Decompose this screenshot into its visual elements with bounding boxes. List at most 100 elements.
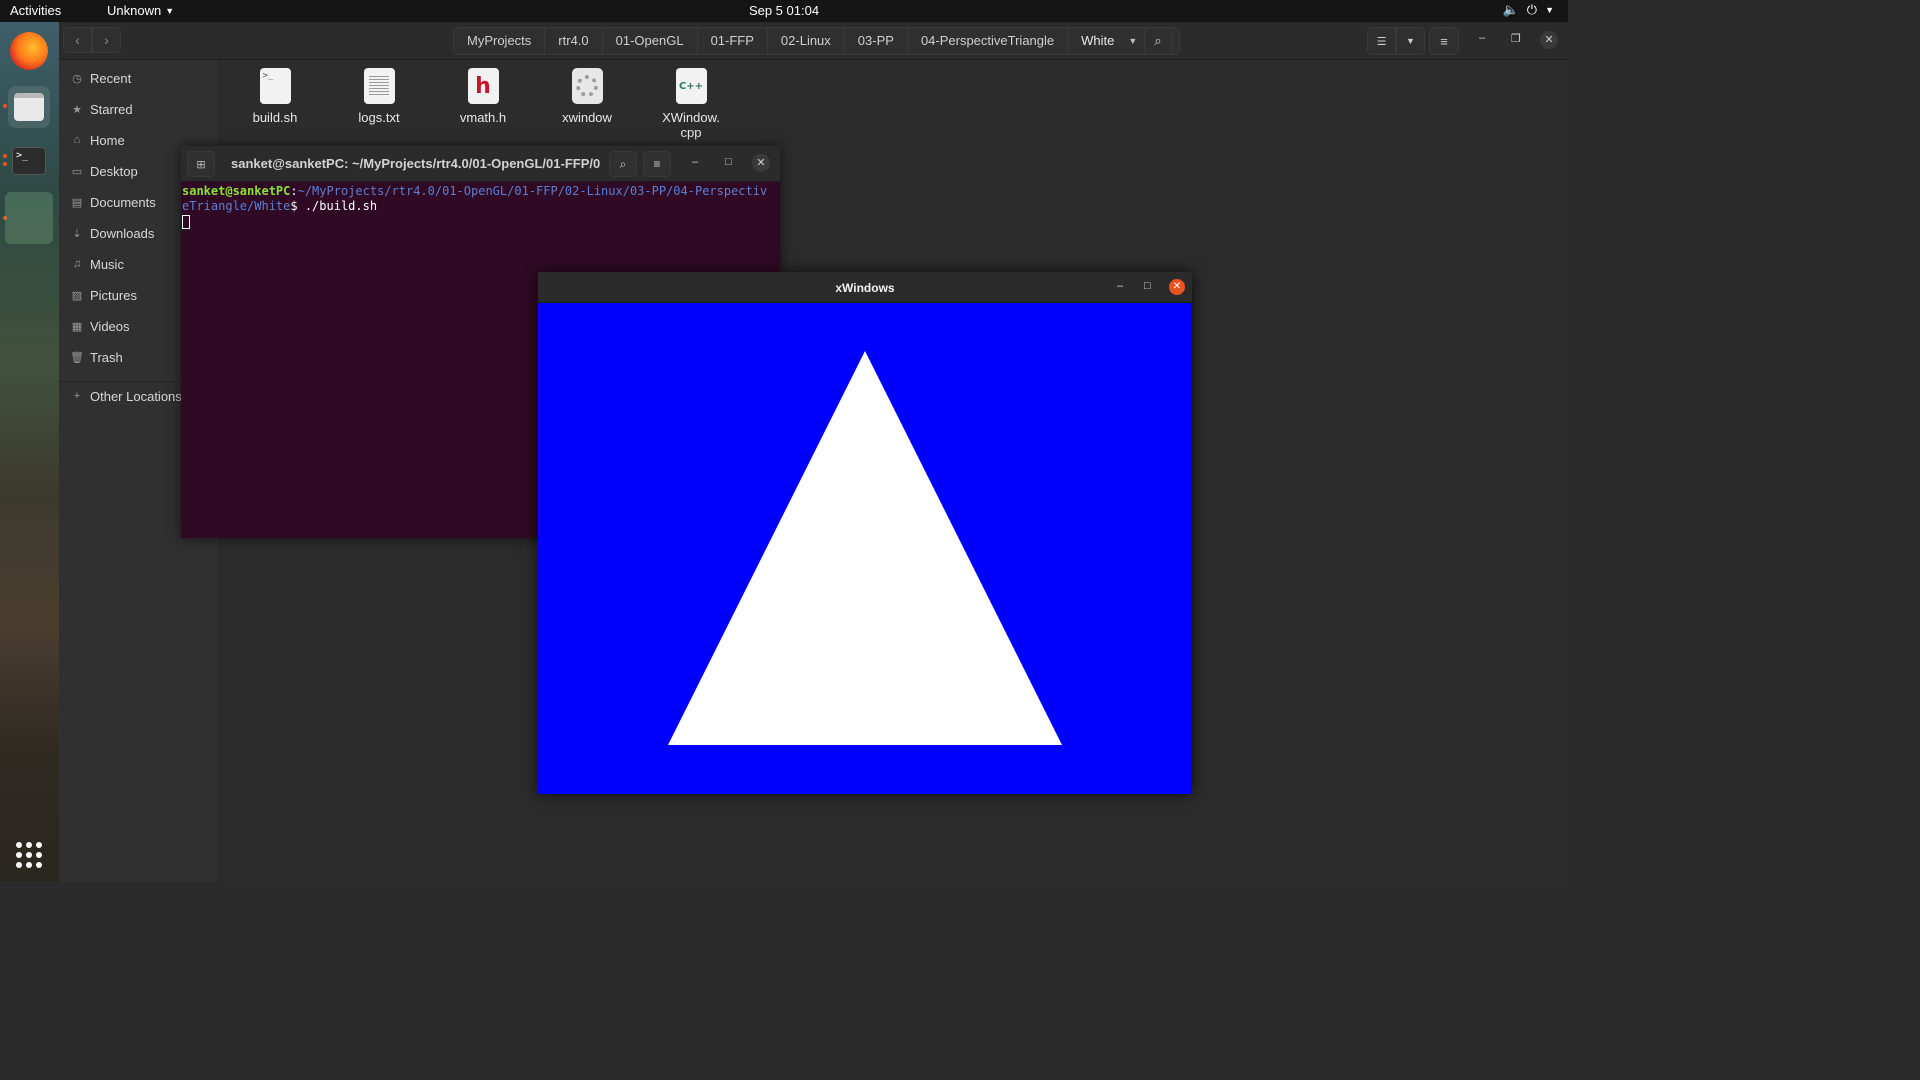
script-file-icon: >_ <box>259 68 291 104</box>
dock: >_ <box>0 22 59 882</box>
terminal-minimize-button[interactable]: – <box>692 156 698 168</box>
top-bar: Activities Unknown ▼ Sep 5 01:04 🔈 ⏻ ▼ <box>0 0 1568 22</box>
path-crumb-opengl[interactable]: 01-OpenGL <box>603 28 698 54</box>
xwindows-close-button[interactable]: ✕ <box>1169 279 1185 295</box>
running-indicator <box>3 162 7 166</box>
sidebar-item-label: Home <box>90 132 125 148</box>
command-text: ./build.sh <box>297 199 378 213</box>
terminal-output[interactable]: sanket@sanketPC:~/MyProjects/rtr4.0/01-O… <box>182 184 772 233</box>
path-bar: MyProjects rtr4.0 01-OpenGL 01-FFP 02-Li… <box>453 27 1181 55</box>
opengl-canvas <box>538 303 1192 794</box>
file-name-line2: cpp <box>680 125 702 140</box>
xwindows-launcher[interactable] <box>5 192 53 244</box>
minimize-button[interactable]: – <box>1479 32 1485 44</box>
xwindows-minimize-button[interactable]: – <box>1117 280 1123 292</box>
hamburger-icon: ≡ <box>653 157 661 171</box>
xwindows-title: xWindows <box>835 281 895 295</box>
path-crumb-white-label: White <box>1081 33 1115 48</box>
chevron-left-icon: ‹ <box>75 32 80 48</box>
sidebar-item-starred[interactable]: ★ Starred <box>59 95 220 123</box>
forward-button[interactable]: › <box>92 27 121 53</box>
view-buttons: ☰ ▼ <box>1367 27 1425 55</box>
path-crumb-linux[interactable]: 02-Linux <box>768 28 845 54</box>
terminal-menu-button[interactable]: ≡ <box>643 151 671 177</box>
show-apps-grid-icon[interactable] <box>16 842 42 868</box>
sidebar-item-label: Recent <box>90 70 132 86</box>
file-item-build-sh[interactable]: >_ build.sh <box>230 68 320 125</box>
sidebar-item-label: Videos <box>90 318 130 334</box>
sidebar-item-label: Pictures <box>90 287 137 303</box>
terminal-title: sanket@sanketPC: ~/MyProjects/rtr4.0/01-… <box>231 156 601 171</box>
executable-gear-icon <box>571 68 603 104</box>
video-icon: ▦ <box>71 320 83 333</box>
search-icon: ⌕ <box>619 156 627 171</box>
main-menu-button[interactable]: ≡ <box>1429 27 1459 55</box>
sidebar-item-recent[interactable]: ◷ Recent <box>59 64 220 92</box>
path-crumb-pp[interactable]: 03-PP <box>845 28 908 54</box>
sidebar-item-label: Trash <box>90 349 123 365</box>
sidebar-item-label: Desktop <box>90 163 138 179</box>
file-name: vmath.h <box>459 110 507 125</box>
view-options-button[interactable]: ▼ <box>1396 27 1425 55</box>
file-name: logs.txt <box>358 110 400 125</box>
back-button[interactable]: ‹ <box>63 27 92 53</box>
path-crumb-perspective-triangle[interactable]: 04-PerspectiveTriangle <box>908 28 1069 54</box>
terminal-icon: >_ <box>12 147 46 175</box>
hamburger-icon: ≡ <box>1440 33 1448 49</box>
cpp-file-icon: C++ <box>675 68 707 104</box>
sidebar-item-label: Other Locations <box>90 388 182 404</box>
picture-icon: ▨ <box>71 289 83 302</box>
file-item-logs-txt[interactable]: logs.txt <box>334 68 424 125</box>
restore-button[interactable]: ❐ <box>1511 32 1521 45</box>
terminal-launcher[interactable]: >_ <box>8 140 50 182</box>
new-tab-icon: ⊞ <box>196 158 206 171</box>
system-menu[interactable]: 🔈 ⏻ ▼ <box>1503 2 1554 18</box>
path-crumb-white[interactable]: White ▼ <box>1068 28 1152 54</box>
terminal-close-button[interactable]: ✕ <box>752 154 770 172</box>
terminal-maximize-button[interactable]: □ <box>725 156 732 168</box>
search-icon: ⌕ <box>1154 33 1162 48</box>
clock-icon: ◷ <box>72 72 82 85</box>
sidebar-item-label: Music <box>90 256 124 272</box>
new-tab-button[interactable]: ⊞ <box>187 151 215 177</box>
folder-icon <box>14 93 44 121</box>
sidebar-item-label: Starred <box>90 101 133 117</box>
path-crumb-rtr4[interactable]: rtr4.0 <box>545 28 603 54</box>
nav-buttons: ‹ › <box>63 27 121 53</box>
list-view-button[interactable]: ☰ <box>1367 27 1396 55</box>
xwindows-window: xWindows – □ ✕ <box>538 272 1192 794</box>
prompt-symbol: $ <box>290 199 298 213</box>
file-item-xwindow[interactable]: xwindow <box>542 68 632 125</box>
header-file-icon: h <box>467 68 499 104</box>
clock[interactable]: Sep 5 01:04 <box>0 3 1568 18</box>
xwindows-maximize-button[interactable]: □ <box>1144 280 1151 292</box>
prompt-user: sanket@sanketPC <box>182 184 291 198</box>
sidebar-item-label: Downloads <box>90 225 155 241</box>
terminal-cursor <box>182 215 190 229</box>
path-crumb-myprojects[interactable]: MyProjects <box>454 28 546 54</box>
file-name-line1: XWindow. <box>662 110 720 125</box>
chevron-right-icon: › <box>104 32 109 48</box>
sidebar-item-label: Documents <box>90 194 156 210</box>
firefox-launcher[interactable] <box>8 30 50 72</box>
download-icon: ⇣ <box>72 227 82 240</box>
plus-icon: + <box>73 390 81 402</box>
file-item-vmath-h[interactable]: h vmath.h <box>438 68 528 125</box>
search-button[interactable]: ⌕ <box>1144 27 1172 55</box>
trash-icon: 🗑 <box>70 351 84 364</box>
file-item-xwindow-cpp[interactable]: C++ XWindow. cpp <box>646 68 736 140</box>
terminal-search-button[interactable]: ⌕ <box>609 151 637 177</box>
terminal-headerbar: ⊞ sanket@sanketPC: ~/MyProjects/rtr4.0/0… <box>181 146 780 182</box>
caret-down-icon: ▼ <box>1128 36 1138 46</box>
xwindows-titlebar[interactable]: xWindows – □ ✕ <box>538 272 1192 303</box>
path-crumb-ffp[interactable]: 01-FFP <box>698 28 768 54</box>
close-button[interactable]: ✕ <box>1540 31 1558 49</box>
caret-down-icon: ▼ <box>1406 36 1415 46</box>
document-icon: ▤ <box>71 196 83 209</box>
file-manager-headerbar: ‹ › MyProjects rtr4.0 01-OpenGL 01-FFP 0… <box>59 22 1568 60</box>
text-file-icon <box>363 68 395 104</box>
prompt-separator: : <box>290 184 298 198</box>
star-icon: ★ <box>72 103 82 116</box>
files-launcher[interactable] <box>8 86 50 128</box>
running-indicator <box>3 154 7 158</box>
